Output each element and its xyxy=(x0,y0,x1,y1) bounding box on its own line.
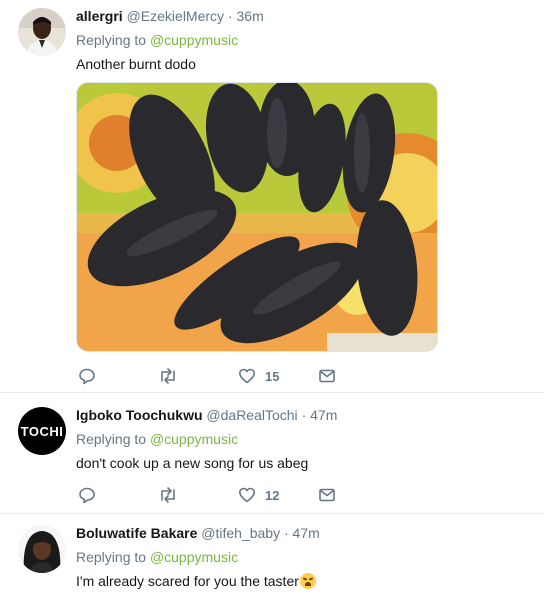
tweet-boluwatife-bakare[interactable]: Boluwatife Bakare @tifeh_baby · 47m Repl… xyxy=(0,515,544,600)
like-button[interactable]: 12 xyxy=(238,485,279,505)
separator-dot: · xyxy=(301,407,307,423)
user-handle[interactable]: @EzekielMercy xyxy=(127,8,224,24)
separator-dot: · xyxy=(227,8,233,24)
reply-icon xyxy=(79,368,95,385)
retweet-button[interactable] xyxy=(158,485,178,505)
tweet-actions: 12 xyxy=(76,485,376,505)
replying-to: Replying to @cuppymusic xyxy=(76,549,238,565)
timestamp[interactable]: 47m xyxy=(293,525,320,541)
direct-message-button[interactable] xyxy=(318,366,336,386)
tweet-actions: 15 xyxy=(76,366,376,386)
like-count: 15 xyxy=(265,368,280,384)
replying-to-label: Replying to xyxy=(76,32,147,48)
reply-button[interactable] xyxy=(78,366,96,386)
display-name[interactable]: Boluwatife Bakare xyxy=(76,525,197,541)
heart-icon xyxy=(239,487,255,503)
user-handle[interactable]: @tifeh_baby xyxy=(201,525,280,541)
heart-icon xyxy=(239,368,255,384)
mention-link[interactable]: @cuppymusic xyxy=(150,431,238,447)
avatar-text: TOCHI xyxy=(20,423,64,439)
tweet-text: Another burnt dodo xyxy=(76,56,196,72)
direct-message-button[interactable] xyxy=(318,485,336,505)
replying-to: Replying to @cuppymusic xyxy=(76,32,238,48)
retweet-button[interactable] xyxy=(158,366,178,386)
display-name[interactable]: Igboko Toochukwu xyxy=(76,407,203,423)
tweet-allergri[interactable]: allergri @EzekielMercy · 36m Replying to… xyxy=(0,0,544,393)
like-count: 12 xyxy=(265,487,280,503)
retweet-icon xyxy=(161,368,175,384)
user-handle[interactable]: @daRealTochi xyxy=(206,407,297,423)
envelope-icon xyxy=(319,488,335,502)
reply-icon xyxy=(79,487,95,504)
display-name[interactable]: allergri xyxy=(76,8,123,24)
avatar-igboko-toochukwu[interactable]: TOCHI xyxy=(18,407,66,455)
tweet-text: don't cook up a new song for us abeg xyxy=(76,455,309,471)
mention-link[interactable]: @cuppymusic xyxy=(150,32,238,48)
avatar-boluwatife-bakare[interactable] xyxy=(18,525,66,573)
timestamp[interactable]: 36m xyxy=(237,8,264,24)
avatar-allergri[interactable] xyxy=(18,8,66,56)
separator-dot: · xyxy=(283,525,289,541)
loudly-crying-face-icon xyxy=(299,573,316,589)
tweet-photo[interactable] xyxy=(76,82,438,352)
like-button[interactable]: 15 xyxy=(238,366,279,386)
envelope-icon xyxy=(319,369,335,383)
retweet-icon xyxy=(161,487,175,503)
tweet-text: I'm already scared for you the taster xyxy=(76,573,299,589)
timestamp[interactable]: 47m xyxy=(310,407,337,423)
reply-button[interactable] xyxy=(78,485,96,505)
replying-to: Replying to @cuppymusic xyxy=(76,431,238,447)
mention-link[interactable]: @cuppymusic xyxy=(150,549,238,565)
replying-to-label: Replying to xyxy=(76,431,147,447)
replying-to-label: Replying to xyxy=(76,549,147,565)
tweet-text-row: I'm already scared for you the taster xyxy=(76,573,316,589)
tweet-igboko-toochukwu[interactable]: TOCHI Igboko Toochukwu @daRealTochi · 47… xyxy=(0,394,544,514)
